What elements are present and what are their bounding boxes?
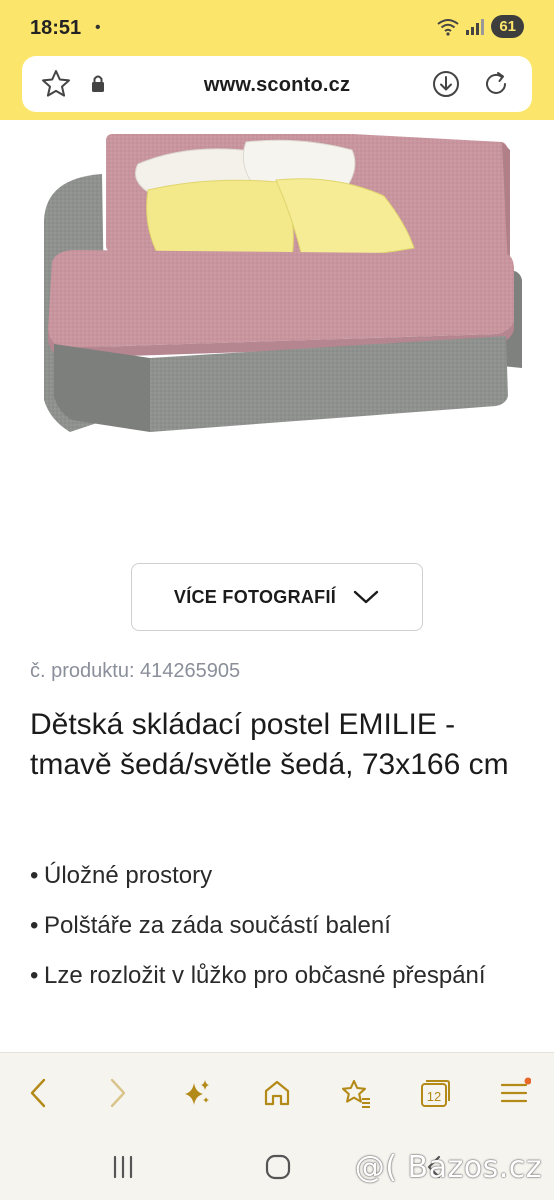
- hamburger-menu-icon: [500, 1077, 531, 1103]
- feature-text: Lze rozložit v lůžko pro občasné přespán…: [44, 962, 486, 989]
- tabs-button[interactable]: 12: [414, 1073, 454, 1113]
- tab-count: 12: [427, 1089, 441, 1104]
- sparkle-icon: [185, 1080, 209, 1105]
- wifi-icon: [437, 18, 459, 36]
- signal-icon: [466, 18, 485, 35]
- browser-header: www.sconto.cz: [0, 56, 554, 120]
- bazos-watermark: @( Bazos.cz: [354, 1150, 542, 1185]
- chevron-down-icon: [353, 590, 379, 604]
- address-bar[interactable]: www.sconto.cz: [22, 56, 532, 112]
- browser-toolbar: 12: [0, 1052, 554, 1132]
- feature-text: Polštáře za záda součástí balení: [44, 912, 391, 939]
- more-photos-button[interactable]: VÍCE FOTOGRAFIÍ: [131, 563, 423, 631]
- notification-badge: [524, 1077, 531, 1085]
- back-arrow-icon: [30, 1078, 46, 1108]
- notification-dot: •: [95, 19, 101, 36]
- product-title: Dětská skládací postel EMILIE - tmavě še…: [30, 708, 509, 781]
- home-circle-icon: [265, 1154, 291, 1180]
- battery-indicator: 61: [491, 15, 524, 38]
- ai-assistant-button[interactable]: [177, 1073, 217, 1113]
- product-number: č. produktu: 414265905: [30, 660, 241, 682]
- menu-button[interactable]: [494, 1073, 534, 1113]
- bullet: •: [30, 912, 39, 939]
- forward-button[interactable]: [98, 1073, 138, 1113]
- reload-icon[interactable]: [480, 68, 512, 100]
- recents-button[interactable]: [103, 1150, 143, 1184]
- status-indicators: 61: [437, 15, 524, 38]
- bookmarks-button[interactable]: [336, 1073, 376, 1113]
- feature-list: • Úložné prostory • Polštáře za záda součá…: [30, 858, 530, 1008]
- product-image[interactable]: [30, 120, 524, 530]
- back-button[interactable]: [18, 1073, 58, 1113]
- more-photos-label: VÍCE FOTOGRAFIÍ: [173, 586, 337, 607]
- feature-item: • Polštáře za záda součástí balení: [30, 908, 530, 944]
- sofa-bed-illustration: [44, 134, 522, 432]
- download-icon[interactable]: [430, 68, 462, 100]
- bullet: •: [30, 862, 39, 889]
- forward-arrow-icon: [110, 1078, 126, 1108]
- status-time: 18:51: [30, 17, 82, 39]
- recents-icon: [113, 1155, 133, 1179]
- home-icon: [264, 1080, 290, 1106]
- feature-text: Úložné prostory: [44, 862, 213, 889]
- bookmarks-star-icon: [341, 1079, 370, 1108]
- feature-item: • Lze rozložit v lůžko pro občasné přespá…: [30, 958, 530, 994]
- bullet: •: [30, 962, 39, 989]
- status-bar: 18:51 • 61: [0, 0, 554, 56]
- home-nav-button[interactable]: [258, 1150, 298, 1184]
- tabs-icon: 12: [421, 1080, 450, 1107]
- home-button[interactable]: [257, 1073, 297, 1113]
- feature-item: • Úložné prostory: [30, 858, 530, 894]
